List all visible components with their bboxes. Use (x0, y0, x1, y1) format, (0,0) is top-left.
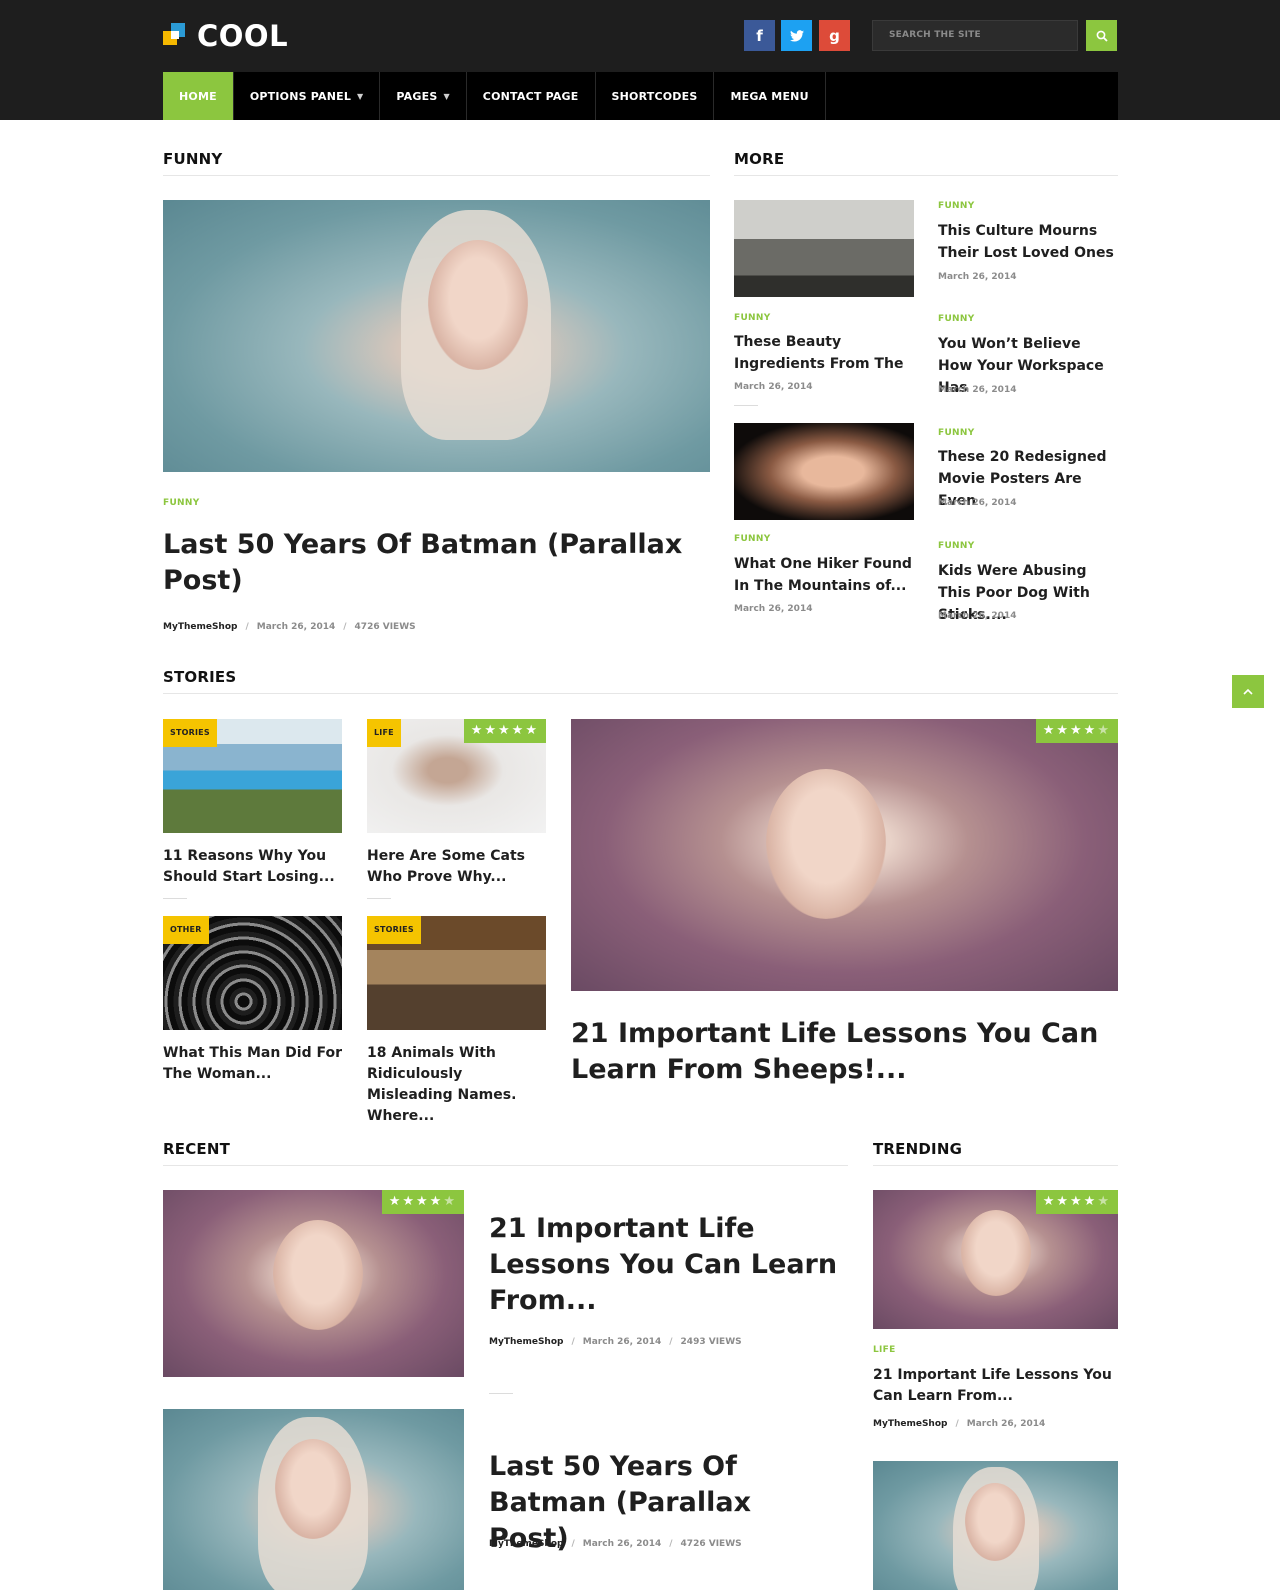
logo-mark-icon (163, 23, 189, 49)
category-tag[interactable]: STORIES (163, 719, 217, 747)
chevron-down-icon: ▼ (443, 91, 450, 101)
post-category[interactable]: FUNNY (938, 541, 975, 551)
twitter-icon[interactable] (781, 20, 812, 51)
post-views: 2493 VIEWS (680, 1337, 742, 1347)
category-tag[interactable]: STORIES (367, 916, 421, 944)
post-views: 4726 VIEWS (680, 1539, 742, 1549)
chevron-down-icon: ▼ (357, 91, 364, 101)
post-thumbnail[interactable] (734, 200, 914, 297)
divider (163, 175, 710, 176)
post-author[interactable]: MyThemeShop (873, 1419, 947, 1429)
site-logo[interactable]: COOL (163, 19, 289, 53)
post-date: March 26, 2014 (734, 382, 813, 392)
divider (163, 898, 187, 899)
rating-stars: ★★★★★ (1035, 719, 1118, 743)
post-title[interactable]: 11 Reasons Why You Should Start Losing..… (163, 846, 342, 888)
post-title[interactable]: 21 Important Life Lessons You Can Learn … (873, 1365, 1118, 1407)
chevron-up-icon (1243, 688, 1253, 695)
divider (734, 405, 758, 406)
post-author[interactable]: MyThemeShop (163, 622, 237, 632)
divider (489, 1393, 513, 1394)
post-meta: MyThemeShop / March 26, 2014/2493 VIEWS (489, 1337, 742, 1347)
nav-contact-page[interactable]: CONTACT PAGE (467, 72, 596, 120)
search-button[interactable] (1086, 20, 1117, 51)
post-date: March 26, 2014 (256, 622, 336, 632)
post-thumbnail[interactable]: LIFE ★★★★★ (367, 719, 546, 833)
post-date: March 26, 2014 (938, 498, 1017, 508)
post-title[interactable]: 18 Animals With Ridiculously Misleading … (367, 1043, 546, 1127)
post-author[interactable]: MyThemeShop (489, 1539, 563, 1549)
post-meta: MyThemeShop / March 26, 2014/4726 VIEWS (163, 622, 416, 632)
post-date: March 26, 2014 (966, 1419, 1046, 1429)
featured-post-title[interactable]: 21 Important Life Lessons You Can Learn … (571, 1016, 1118, 1088)
post-date: March 26, 2014 (734, 604, 813, 614)
post-date: March 26, 2014 (938, 385, 1017, 395)
section-heading-stories: STORIES (163, 668, 237, 686)
featured-post-title[interactable]: Last 50 Years Of Batman (Parallax Post) (163, 527, 710, 599)
post-category[interactable]: FUNNY (938, 428, 975, 438)
post-thumbnail[interactable]: OTHER (163, 916, 342, 1030)
nav-shortcodes[interactable]: SHORTCODES (596, 72, 715, 120)
post-title[interactable]: Here Are Some Cats Who Prove Why... (367, 846, 546, 888)
post-views: 4726 VIEWS (354, 622, 416, 632)
post-meta: MyThemeShop / March 26, 2014 (873, 1419, 1046, 1429)
post-date: March 26, 2014 (938, 611, 1017, 621)
post-title[interactable]: 21 Important Life Lessons You Can Learn … (489, 1211, 839, 1319)
post-date: March 26, 2014 (938, 272, 1017, 282)
post-meta: MyThemeShop / March 26, 2014/4726 VIEWS (489, 1539, 742, 1549)
section-heading-recent: RECENT (163, 1140, 231, 1158)
post-thumbnail[interactable]: ★★★★★ (873, 1190, 1118, 1329)
nav-home[interactable]: HOME (163, 72, 234, 120)
section-heading-funny: FUNNY (163, 150, 223, 168)
divider (367, 898, 391, 899)
post-thumbnail[interactable]: ★★★★★ (163, 1190, 464, 1377)
post-title[interactable]: This Culture Mourns Their Lost Loved One… (938, 220, 1118, 264)
site-header: COOL f g SEARCH THE SITE HOME OPTIONS PA… (0, 0, 1280, 120)
category-tag[interactable]: OTHER (163, 916, 209, 944)
post-category[interactable]: LIFE (873, 1345, 896, 1355)
facebook-icon[interactable]: f (744, 20, 775, 51)
logo-text: COOL (197, 19, 289, 53)
post-thumbnail[interactable]: STORIES (163, 719, 342, 833)
post-date: March 26, 2014 (582, 1337, 662, 1347)
nav-pages[interactable]: PAGES ▼ (380, 72, 467, 120)
divider (163, 1165, 848, 1166)
rating-stars: ★★★★★ (463, 719, 546, 743)
section-heading-more: MORE (734, 150, 785, 168)
post-thumbnail[interactable] (734, 423, 914, 520)
divider (873, 1165, 1118, 1166)
post-category[interactable]: FUNNY (734, 313, 771, 323)
post-title[interactable]: These Beauty Ingredients From The (734, 331, 914, 375)
google-plus-icon[interactable]: g (819, 20, 850, 51)
post-author[interactable]: MyThemeShop (489, 1337, 563, 1347)
search-icon (1096, 30, 1108, 42)
featured-image[interactable] (163, 200, 710, 472)
post-date: March 26, 2014 (582, 1539, 662, 1549)
divider (163, 693, 1118, 694)
featured-image[interactable]: ★★★★★ (571, 719, 1118, 991)
back-to-top-button[interactable] (1232, 675, 1264, 708)
post-thumbnail[interactable]: STORIES (367, 916, 546, 1030)
main-nav: HOME OPTIONS PANEL ▼ PAGES ▼ CONTACT PAGE … (163, 72, 1118, 120)
rating-stars: ★★★★★ (381, 1190, 464, 1214)
nav-options-panel[interactable]: OPTIONS PANEL ▼ (234, 72, 381, 120)
divider (734, 175, 1118, 176)
post-thumbnail[interactable] (873, 1461, 1118, 1590)
nav-mega-menu[interactable]: MEGA MENU (714, 72, 826, 120)
category-tag[interactable]: LIFE (367, 719, 401, 747)
section-heading-trending: TRENDING (873, 1140, 963, 1158)
post-category[interactable]: FUNNY (938, 314, 975, 324)
post-category[interactable]: FUNNY (734, 534, 771, 544)
post-thumbnail[interactable] (163, 1409, 464, 1590)
search-input[interactable]: SEARCH THE SITE (872, 20, 1078, 51)
post-title[interactable]: What This Man Did For The Woman... (163, 1043, 342, 1085)
post-title[interactable]: What One Hiker Found In The Mountains of… (734, 553, 914, 597)
post-category[interactable]: FUNNY (938, 201, 975, 211)
post-category[interactable]: FUNNY (163, 498, 200, 508)
rating-stars: ★★★★★ (1035, 1190, 1118, 1214)
